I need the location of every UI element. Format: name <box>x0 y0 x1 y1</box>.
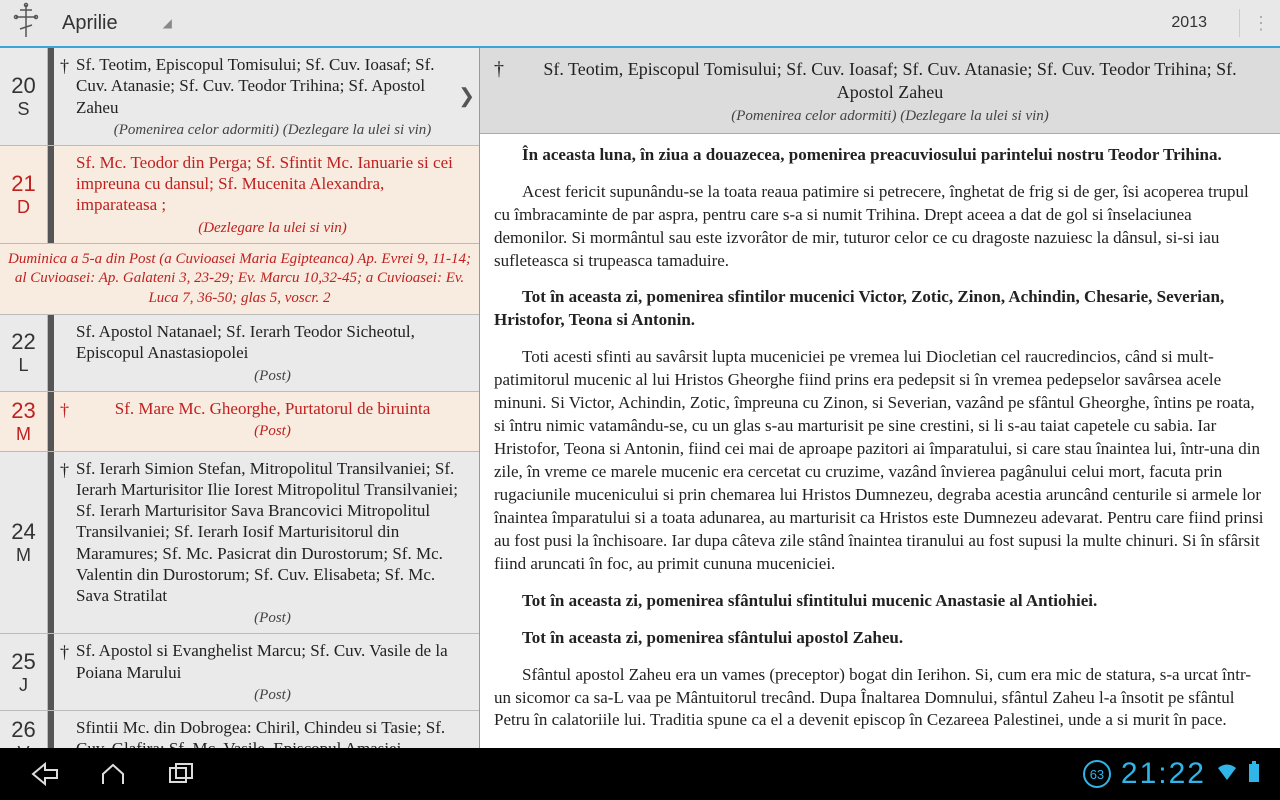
lectionary-note: Duminica a 5-a din Post (a Cuvioasei Mar… <box>0 244 479 316</box>
saints-text: Sf. Ierarh Simion Stefan, Mitropolitul T… <box>76 458 469 607</box>
date-cell: 20S <box>0 48 48 145</box>
clock: 21:22 <box>1121 757 1206 791</box>
system-navbar: 63 21:22 <box>0 748 1280 800</box>
day-row[interactable]: 20S†Sf. Teotim, Episcopul Tomisului; Sf.… <box>0 48 479 146</box>
detail-body: În aceasta luna, în ziua a douazecea, po… <box>480 134 1280 748</box>
date-cell: 25J <box>0 634 48 710</box>
date-cell: 26V <box>0 711 48 748</box>
cross-icon: † <box>60 398 76 445</box>
battery-badge: 63 <box>1083 760 1111 788</box>
month-label[interactable]: Aprilie <box>62 12 118 35</box>
cross-icon: † <box>494 58 514 125</box>
saints-text: Sf. Apostol si Evanghelist Marcu; Sf. Cu… <box>76 640 469 683</box>
date-cell: 24M <box>0 452 48 634</box>
detail-paragraph: Toti acesti sfinti au savârsit lupta muc… <box>494 346 1266 575</box>
app-icon <box>10 1 42 46</box>
day-row[interactable]: 26V Sfintii Mc. din Dobrogea: Chiril, Chi… <box>0 711 479 748</box>
detail-paragraph: În aceasta luna, în ziua a douazecea, po… <box>494 144 1266 167</box>
fasting-note: (Post) <box>76 368 469 385</box>
cross-icon: † <box>60 458 76 628</box>
saints-text: Sf. Mc. Teodor din Perga; Sf. Sfintit Mc… <box>76 152 469 216</box>
fasting-note: (Post) <box>76 687 469 704</box>
chevron-right-icon: ❯ <box>458 84 475 109</box>
day-row[interactable]: 24M†Sf. Ierarh Simion Stefan, Mitropolit… <box>0 452 479 635</box>
saints-text: Sf. Teotim, Episcopul Tomisului; Sf. Cuv… <box>76 54 469 118</box>
detail-paragraph: Acest fericit supunându-se la toata reau… <box>494 181 1266 273</box>
fasting-note: (Dezlegare la ulei si vin) <box>76 220 469 237</box>
day-row[interactable]: 22L Sf. Apostol Natanael; Sf. Ierarh Teod… <box>0 315 479 392</box>
overflow-menu-icon[interactable]: ⋮ <box>1252 13 1270 34</box>
detail-note: (Pomenirea celor adormiti) (Dezlegare la… <box>514 108 1266 125</box>
dropdown-arrow-icon[interactable]: ◢ <box>163 16 172 30</box>
saints-text: Sf. Mare Mc. Gheorghe, Purtatorul de bir… <box>76 398 469 419</box>
day-row[interactable]: 25J†Sf. Apostol si Evanghelist Marcu; Sf… <box>0 634 479 711</box>
cross-icon <box>60 717 76 748</box>
wifi-icon <box>1216 762 1238 787</box>
divider <box>1239 9 1240 37</box>
detail-header: † Sf. Teotim, Episcopul Tomisului; Sf. C… <box>480 48 1280 134</box>
saints-text: Sf. Apostol Natanael; Sf. Ierarh Teodor … <box>76 321 469 364</box>
detail-paragraph: Tot în aceasta zi, pomenirea sfântului s… <box>494 590 1266 613</box>
battery-icon <box>1248 761 1260 788</box>
date-cell: 23M <box>0 392 48 451</box>
cross-icon: † <box>60 54 76 139</box>
home-button[interactable] <box>88 756 138 792</box>
detail-paragraph: Tot în aceasta zi, pomenirea sfintilor m… <box>494 286 1266 332</box>
cross-icon <box>60 321 76 385</box>
detail-paragraph: Tot în aceasta zi, pomenirea sfântului a… <box>494 627 1266 650</box>
day-row[interactable]: 23M †Sf. Mare Mc. Gheorghe, Purtatorul de… <box>0 392 479 452</box>
day-row[interactable]: 21D Sf. Mc. Teodor din Perga; Sf. Sfintit… <box>0 146 479 244</box>
fasting-note: (Post) <box>76 610 469 627</box>
cross-icon: † <box>60 640 76 704</box>
detail-paragraph: Sfântul apostol Zaheu era un vames (prec… <box>494 664 1266 733</box>
date-cell: 21D <box>0 146 48 243</box>
fasting-note: (Pomenirea celor adormiti) (Dezlegare la… <box>76 122 469 139</box>
saints-text: Sfintii Mc. din Dobrogea: Chiril, Chinde… <box>76 717 469 748</box>
detail-panel[interactable]: † Sf. Teotim, Episcopul Tomisului; Sf. C… <box>480 48 1280 748</box>
fasting-note: (Post) <box>76 423 469 440</box>
back-button[interactable] <box>20 756 70 792</box>
recent-apps-button[interactable] <box>156 756 206 792</box>
cross-icon <box>60 152 76 237</box>
detail-saints: Sf. Teotim, Episcopul Tomisului; Sf. Cuv… <box>514 58 1266 105</box>
calendar-list[interactable]: 20S†Sf. Teotim, Episcopul Tomisului; Sf.… <box>0 48 480 748</box>
date-cell: 22L <box>0 315 48 391</box>
year-label[interactable]: 2013 <box>1171 14 1207 32</box>
